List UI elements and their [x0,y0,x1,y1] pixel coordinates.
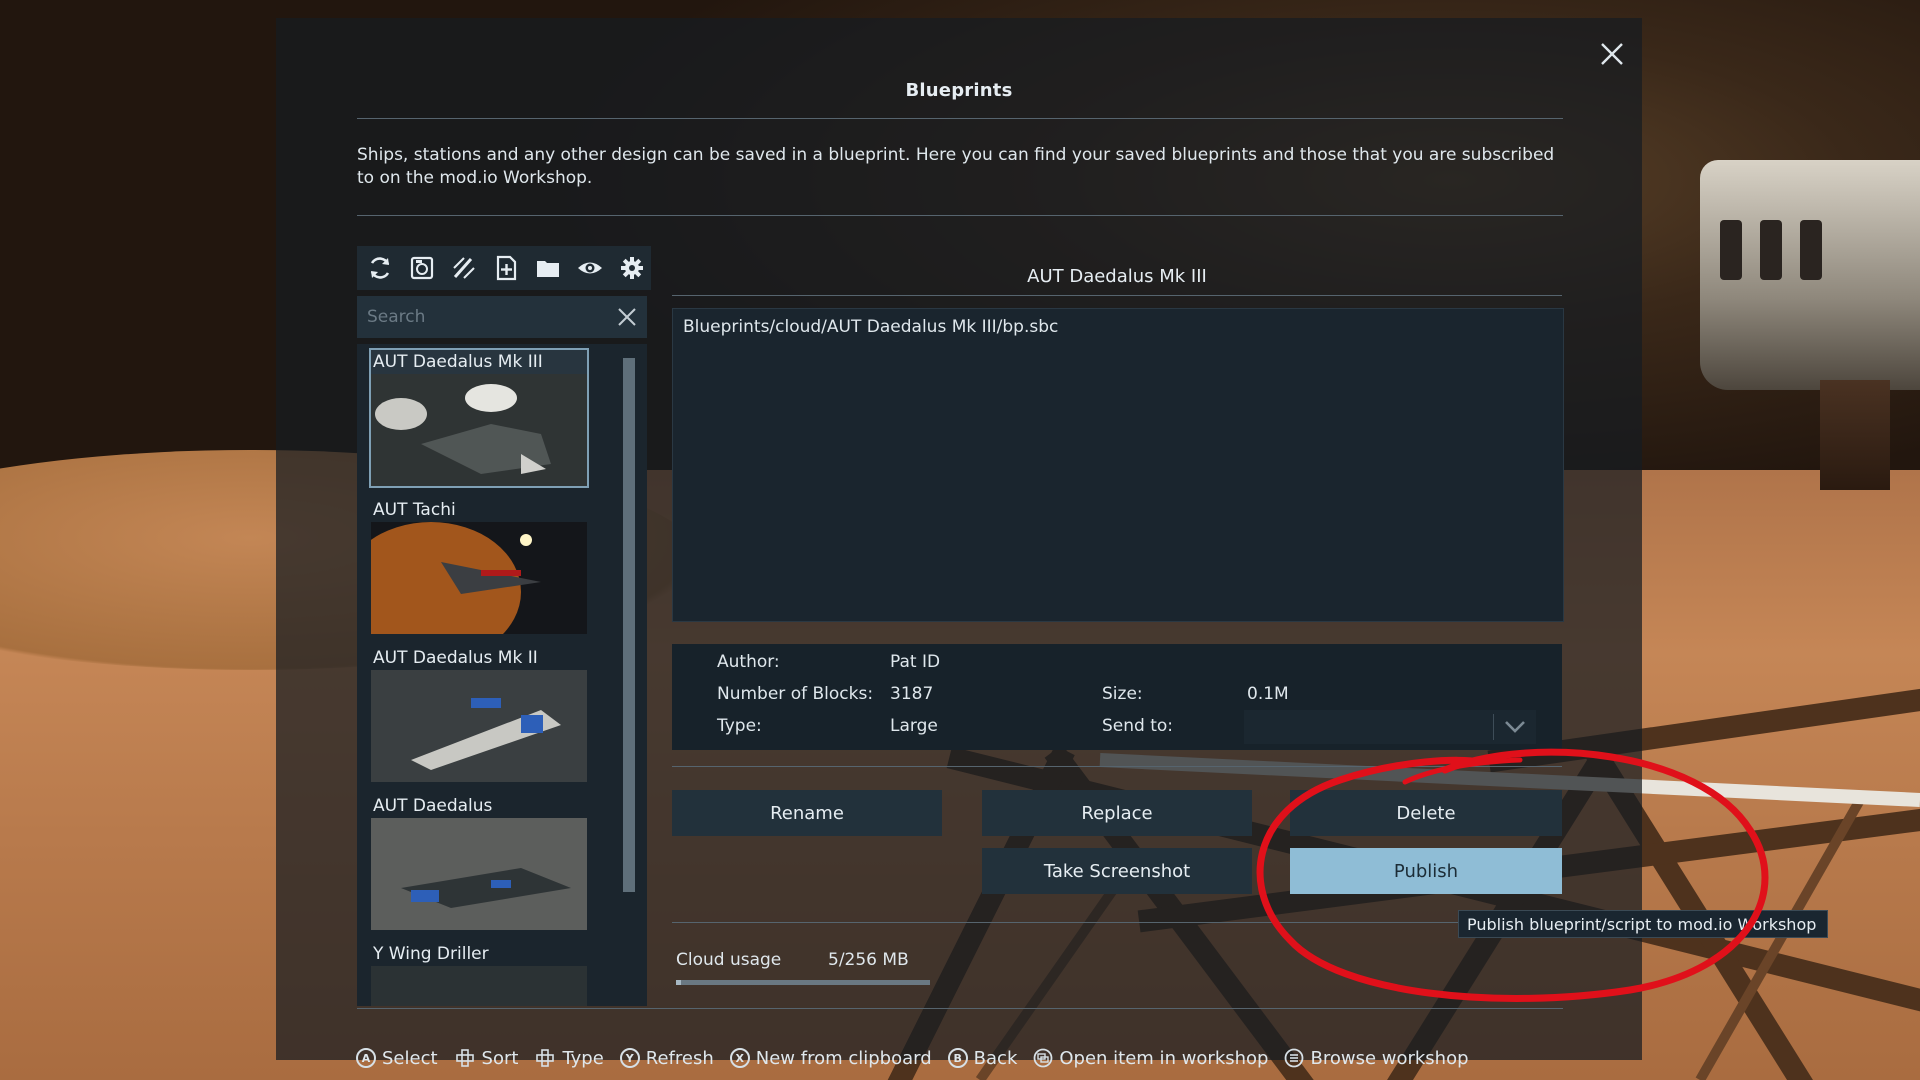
blueprint-thumbnail [371,818,587,930]
hint-label: Sort [481,1047,519,1069]
hint-label: Refresh [645,1047,714,1069]
blueprint-thumbnail [371,522,587,634]
scrollbar-thumb[interactable] [623,358,635,892]
publish-tooltip: Publish blueprint/script to mod.io Works… [1458,910,1828,938]
replace-button[interactable]: Replace [982,790,1252,836]
list-scrollbar[interactable] [623,358,635,892]
blueprint-name: AUT Daedalus Mk III [373,352,543,372]
blueprint-name: AUT Daedalus Mk II [373,648,538,668]
delete-button[interactable]: Delete [1290,790,1562,836]
blueprint-name: AUT Daedalus [373,796,493,816]
blueprint-title: AUT Daedalus Mk III [1027,266,1207,287]
blueprint-thumbnail [371,966,587,1006]
buttons-divider [672,766,1562,767]
details-divider [672,295,1562,296]
add-blueprint-icon [496,255,517,281]
dpad-icon [455,1049,474,1067]
take-screenshot-button[interactable]: Take Screenshot [982,848,1252,894]
author-label: Author: [717,652,780,672]
list-item[interactable]: AUT Tachi [371,498,587,634]
settings-button[interactable] [612,249,651,287]
hint-sort[interactable]: Sort [454,1047,519,1069]
hint-back[interactable]: B Back [947,1047,1018,1069]
eye-icon [577,262,602,274]
close-icon [618,308,636,326]
edit-blueprint-button[interactable] [445,249,484,287]
y-button-icon: Y [619,1048,640,1068]
b-button-icon: B [947,1048,968,1068]
list-item[interactable]: AUT Daedalus Mk II [371,646,587,782]
dpad-icon [536,1049,555,1067]
add-blueprint-button[interactable] [487,249,526,287]
cloud-usage-value: 5/256 MB [828,950,909,970]
blueprint-description-field[interactable] [673,309,1563,621]
dialog-title: Blueprints [905,80,1013,101]
list-item[interactable]: Y Wing Driller [371,942,587,1006]
title-divider [357,118,1563,119]
author-value: Pat ID [890,652,941,672]
hint-select[interactable]: A Select [356,1048,438,1069]
hint-label: Type [562,1047,604,1069]
size-value: 0.1M [1247,684,1289,704]
hints-divider [357,1008,1563,1009]
hint-label: Open item in workshop [1059,1047,1269,1069]
cloud-usage-bar [676,980,930,985]
view-button-icon [1033,1048,1053,1068]
publish-button[interactable]: Publish [1290,848,1562,894]
hint-label: New from clipboard [755,1047,932,1069]
gear-icon [620,257,643,279]
size-label: Size: [1102,684,1143,704]
blueprint-name: AUT Tachi [373,500,456,520]
hint-open-in-workshop[interactable]: Open item in workshop [1033,1048,1268,1069]
blueprint-list: AUT Daedalus Mk III AUT Tachi AUT Daedal… [357,344,647,1006]
hint-type[interactable]: Type [534,1047,604,1069]
search-input[interactable] [357,296,607,338]
cloud-usage-label: Cloud usage [676,950,782,970]
list-item[interactable]: AUT Daedalus Mk III [369,348,589,488]
blueprint-name: Y Wing Driller [373,944,489,964]
refresh-icon [371,257,390,279]
folder-icon [536,261,559,277]
hint-label: Select [382,1047,438,1069]
blueprint-thumbnail [371,374,587,486]
hint-label: Back [973,1047,1018,1069]
list-item[interactable]: AUT Daedalus [371,794,587,930]
edit-blueprint-icon [453,257,475,279]
type-value: Large [890,716,938,736]
search-clear-button[interactable] [607,297,647,337]
blocks-label: Number of Blocks: [717,684,874,704]
type-label: Type: [717,716,762,736]
hint-browse-workshop[interactable]: Browse workshop [1284,1047,1469,1069]
open-folder-button[interactable] [528,249,567,287]
blueprint-thumbnail [371,670,587,782]
dropdown-separator [1493,714,1494,740]
menu-button-icon [1285,1048,1304,1068]
blueprint-description-box [672,308,1564,622]
close-icon [1601,43,1623,65]
blueprint-toolbar [357,246,651,290]
a-button-icon: A [356,1048,376,1068]
search-box [357,296,647,338]
visibility-button[interactable] [570,249,609,287]
blueprints-dialog: Blueprints Ships, stations and any other… [276,18,1642,1069]
new-blueprint-icon [411,256,434,280]
blocks-value: 3187 [890,684,934,704]
chevron-down-icon [1505,721,1525,733]
new-blueprint-button[interactable] [403,249,442,287]
blueprint-info-panel: Author: Pat ID Number of Blocks: 3187 Ty… [672,644,1562,750]
controller-hints: A Select Sort Type Y Refresh X New from … [356,1040,1477,1076]
cloud-usage-fill [676,980,682,985]
rename-button[interactable]: Rename [672,790,942,836]
description-divider [357,215,1563,216]
x-button-icon: X [729,1048,750,1068]
hint-new-from-clipboard[interactable]: X New from clipboard [729,1047,932,1069]
close-button[interactable] [1592,34,1632,74]
hint-label: Browse workshop [1310,1047,1469,1069]
dialog-description: Ships, stations and any other design can… [357,145,1555,188]
refresh-button[interactable] [361,249,400,287]
send-to-dropdown[interactable] [1244,710,1536,744]
hint-refresh[interactable]: Y Refresh [619,1047,714,1069]
send-to-label: Send to: [1102,716,1174,736]
cloud-divider [672,922,1562,923]
